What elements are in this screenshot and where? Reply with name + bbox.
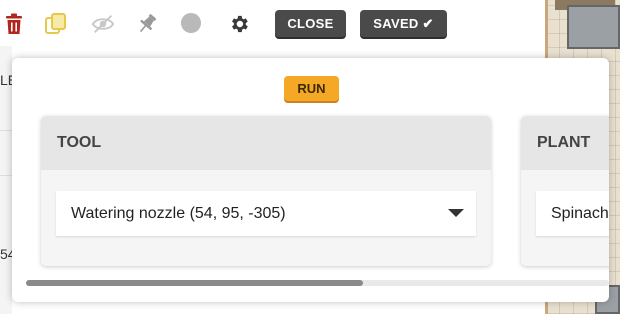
plant-card-header: PLANT — [521, 116, 609, 170]
eye-off-icon[interactable] — [91, 12, 115, 36]
gear-icon[interactable] — [227, 12, 251, 36]
step-editor-popup: RUN TOOL Watering nozzle (54, 95, -305) … — [12, 58, 609, 302]
background-panel-left: LE 54 — [0, 40, 17, 314]
close-button[interactable]: CLOSE — [275, 10, 346, 37]
color-dot-icon[interactable] — [179, 12, 203, 36]
plant-card: PLANT Spinach — [521, 116, 609, 266]
tool-select-value: Watering nozzle (54, 95, -305) — [71, 204, 286, 222]
trash-icon[interactable] — [2, 12, 26, 36]
map-object[interactable] — [567, 5, 620, 49]
tool-card-header: TOOL — [41, 116, 491, 170]
run-button[interactable]: RUN — [284, 76, 339, 101]
plant-select-value: Spinach — [551, 204, 609, 222]
horizontal-scrollbar[interactable] — [26, 280, 609, 286]
saved-button[interactable]: SAVED ✔ — [360, 10, 447, 37]
copy-icon[interactable] — [44, 12, 68, 36]
pin-icon[interactable] — [135, 12, 159, 36]
chevron-down-icon[interactable] — [448, 209, 464, 217]
scrollbar-thumb[interactable] — [26, 280, 363, 286]
toolbar: CLOSE SAVED ✔ — [0, 0, 545, 46]
tool-card: TOOL Watering nozzle (54, 95, -305) — [41, 116, 491, 266]
divider — [0, 175, 12, 176]
plant-select[interactable]: Spinach — [536, 191, 609, 236]
tool-select[interactable]: Watering nozzle (54, 95, -305) — [56, 191, 476, 236]
divider — [0, 130, 12, 131]
